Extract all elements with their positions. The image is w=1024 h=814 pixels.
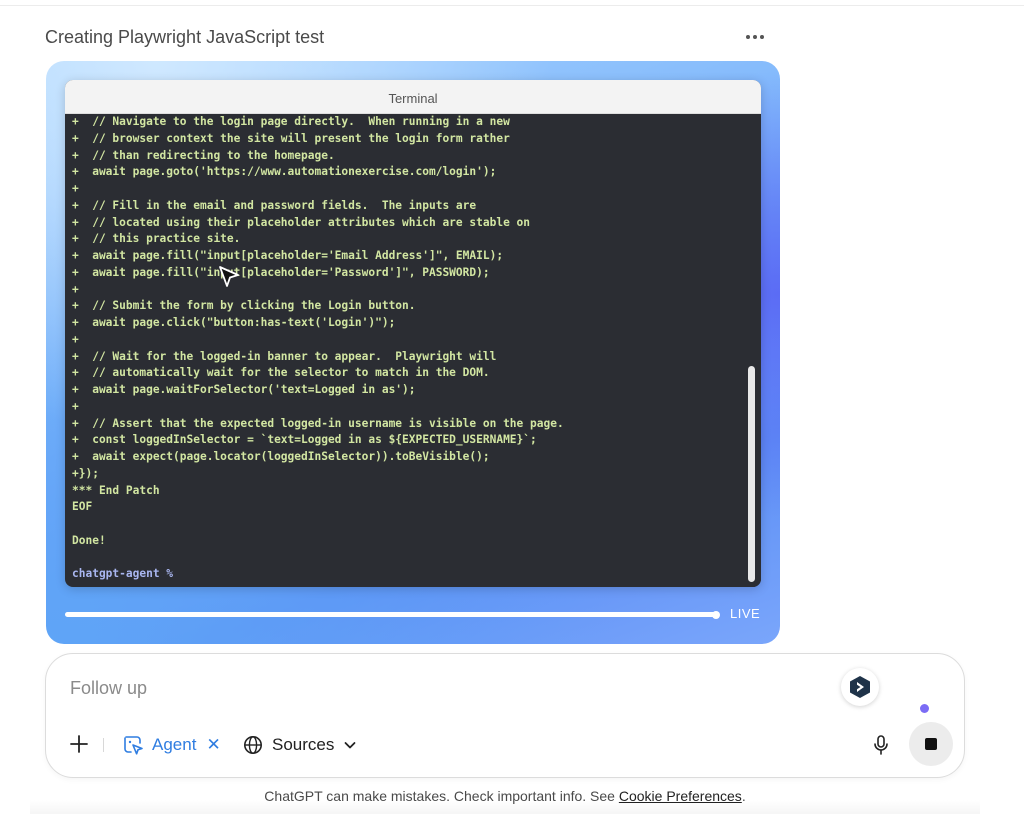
more-horizontal-icon <box>746 35 764 39</box>
terminal-line: + <box>72 399 79 413</box>
stop-button[interactable] <box>909 722 953 766</box>
stop-icon <box>925 738 937 750</box>
agent-screen-frame: Terminal + // Navigate to the login page… <box>46 61 780 644</box>
task-title: Creating Playwright JavaScript test <box>45 27 325 47</box>
terminal-line: + await page.fill("input[placeholder='Em… <box>72 249 504 262</box>
follow-up-input[interactable] <box>70 676 810 700</box>
terminal-line: + // Submit the form by clicking the Log… <box>72 299 416 313</box>
terminal-line: + <box>72 282 79 296</box>
terminal-output[interactable]: + // Navigate to the login page directly… <box>65 114 743 587</box>
agent-mode-chip[interactable]: Agent ✕ <box>122 733 221 757</box>
add-attachment-button[interactable] <box>68 733 90 755</box>
terminal-lines: + // Navigate to the login page directly… <box>72 114 743 566</box>
terminal-prompt: chatgpt-agent % <box>72 567 174 581</box>
terminal-line: + // located using their placeholder att… <box>72 215 531 229</box>
plus-icon <box>70 735 88 753</box>
extension-logo-icon <box>850 676 870 698</box>
terminal-line: + // this practice site. <box>72 232 241 246</box>
terminal-line: + // Assert that the expected logged-in … <box>72 416 564 430</box>
toolbar-divider <box>103 738 104 752</box>
more-options-button[interactable] <box>741 26 769 48</box>
playback-progress-bar[interactable] <box>65 612 717 617</box>
terminal-line: + const loggedInSelector = `text=Logged … <box>72 433 537 447</box>
sources-label: Sources <box>272 735 335 754</box>
status-dot <box>920 704 929 713</box>
top-divider <box>0 5 1024 6</box>
terminal-line: + // Navigate to the login page directly… <box>72 115 510 128</box>
terminal-line: + await expect(page.locator(loggedInSele… <box>72 450 490 463</box>
terminal-line: + await page.goto('https://www.automatio… <box>72 165 497 179</box>
chevron-down-icon <box>344 742 356 749</box>
terminal-line: + await page.click("button:has-text('Log… <box>72 316 396 329</box>
mouse-pointer-icon <box>219 266 239 287</box>
extension-button[interactable] <box>841 668 879 706</box>
terminal-line: +}); <box>72 466 99 480</box>
task-header: Creating Playwright JavaScript test <box>45 26 773 50</box>
close-icon[interactable]: ✕ <box>206 735 220 755</box>
sources-button[interactable]: Sources <box>243 733 357 757</box>
microphone-button[interactable] <box>871 734 891 756</box>
terminal-line: + <box>72 182 79 195</box>
live-badge: LIVE <box>730 606 761 621</box>
terminal-line: + // browser context the site will prese… <box>72 131 510 145</box>
agent-label: Agent <box>152 735 197 754</box>
terminal-line: + // Fill in the email and password fiel… <box>72 198 477 212</box>
terminal-line: + // automatically wait for the selector… <box>72 366 490 380</box>
terminal-line: *** End Patch <box>72 483 160 497</box>
terminal-line: + <box>72 332 79 346</box>
terminal-line: + await page.fill("input[placeholder='Pa… <box>72 265 490 279</box>
agent-cursor-icon <box>124 736 143 755</box>
playback-progress-knob[interactable] <box>712 611 720 619</box>
terminal-line: Done! <box>72 533 106 547</box>
microphone-icon <box>874 735 888 755</box>
terminal-scrollbar[interactable] <box>743 114 761 587</box>
terminal-scrollbar-thumb[interactable] <box>748 366 755 582</box>
bottom-fade <box>30 800 980 814</box>
terminal-line: + // Wait for the logged-in banner to ap… <box>72 349 497 363</box>
terminal-line: EOF <box>72 500 93 514</box>
terminal-line: + await page.waitForSelector('text=Logge… <box>72 383 416 396</box>
terminal-titlebar: Terminal <box>65 80 761 114</box>
terminal-window[interactable]: Terminal + // Navigate to the login page… <box>65 80 761 587</box>
composer: Agent ✕ Sources <box>45 653 965 778</box>
globe-icon <box>244 736 262 754</box>
terminal-line: + // than redirecting to the homepage. <box>72 148 335 162</box>
